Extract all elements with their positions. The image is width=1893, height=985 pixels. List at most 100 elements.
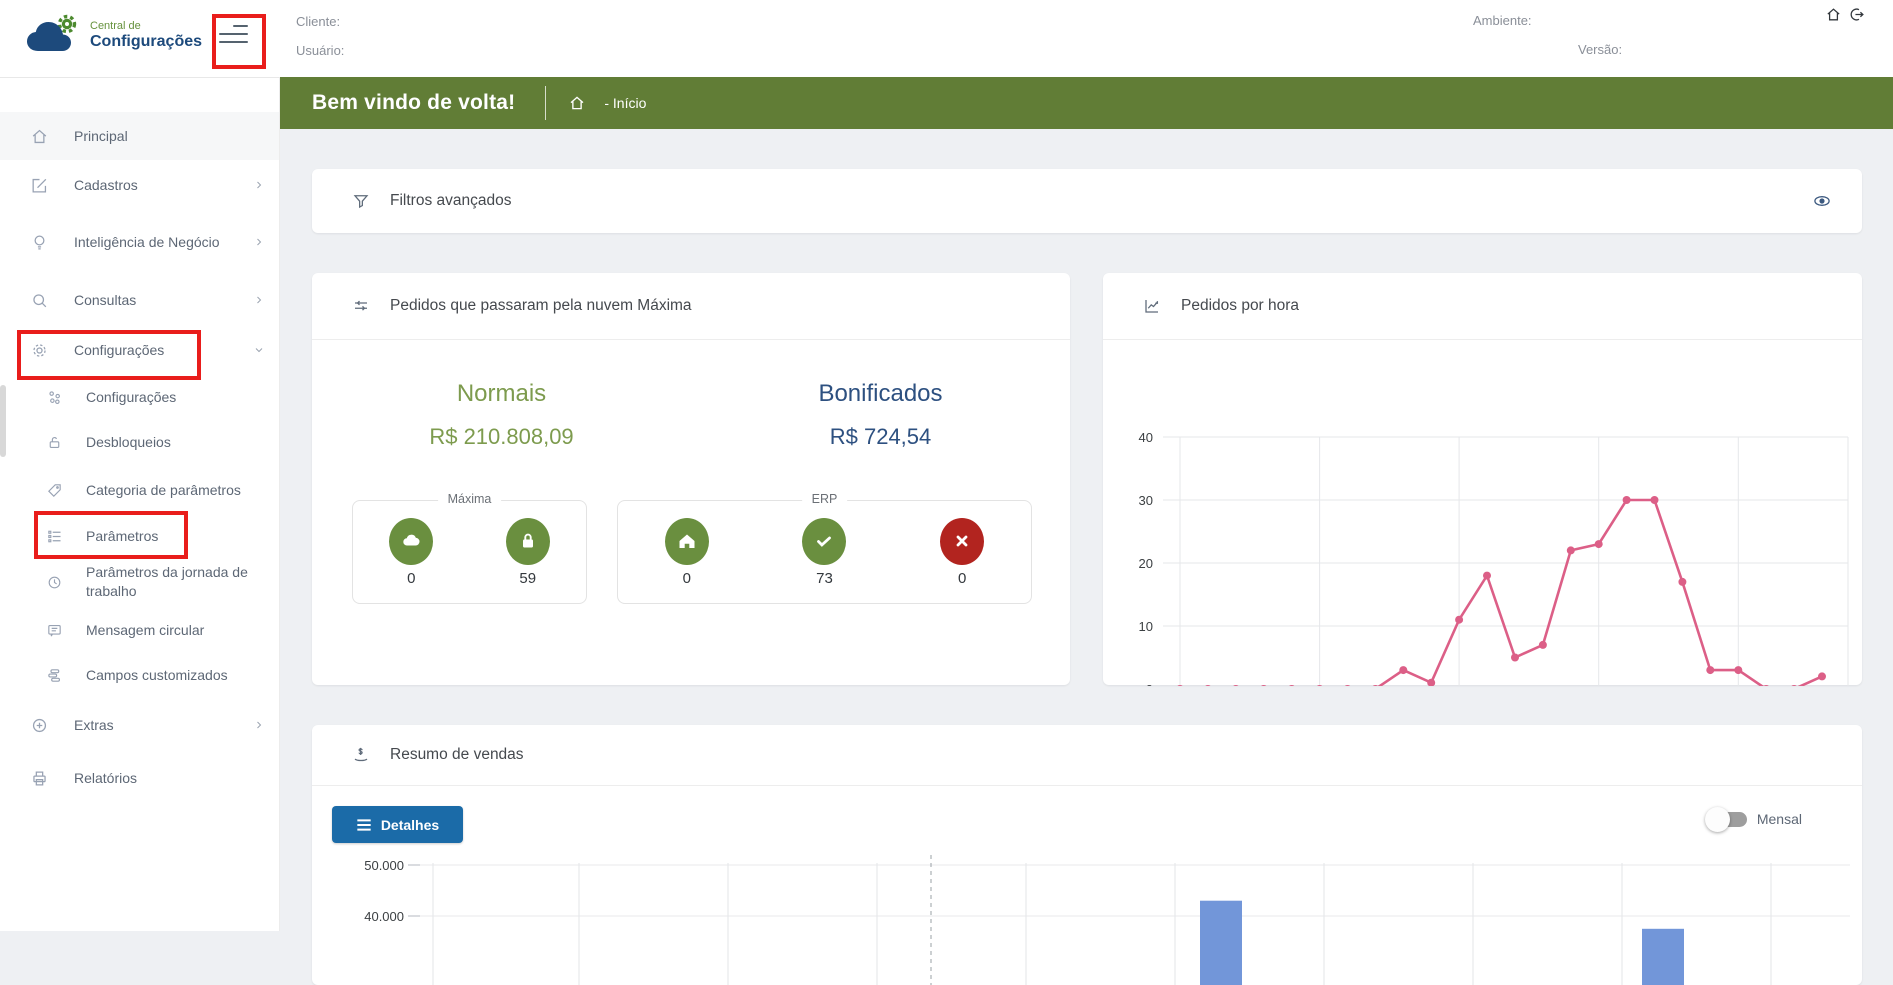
page-banner: Bem vindo de volta! - Início xyxy=(280,77,1893,129)
eye-icon[interactable] xyxy=(1812,191,1832,211)
sidebar-item-inteligencia[interactable]: Inteligência de Negócio xyxy=(0,210,279,274)
erp-home-stat: 0 xyxy=(665,518,709,587)
banner-divider xyxy=(545,86,546,120)
breadcrumb[interactable]: - Início xyxy=(604,95,646,111)
lock-stat: 59 xyxy=(506,518,550,587)
filters-card-title: Filtros avançados xyxy=(390,192,511,210)
unlock-icon xyxy=(46,434,66,451)
cloud-gear-logo-icon xyxy=(24,14,84,58)
normal-orders-value: R$ 210.808,09 xyxy=(312,424,691,450)
layers-icon xyxy=(46,667,66,684)
chevron-right-icon xyxy=(253,179,265,191)
hand-dollar-icon xyxy=(352,746,370,764)
user-label: Usuário: xyxy=(296,43,344,58)
sliders-icon xyxy=(352,297,370,315)
sales-card-title: Resumo de vendas xyxy=(390,746,524,764)
printer-icon xyxy=(30,769,50,788)
erp-group: ERP 0 73 0 xyxy=(617,500,1032,604)
client-label: Cliente: xyxy=(296,14,340,29)
erp-check-stat: 73 xyxy=(802,518,846,587)
sales-summary-chart: 50.000 40.000 xyxy=(312,785,1862,985)
x-icon xyxy=(940,518,984,565)
sidebar-item-label: Parâmetros da jornada de trabalho xyxy=(86,563,254,601)
sidebar-item-relatorios[interactable]: Relatórios xyxy=(0,752,279,804)
sidebar-item-campos-customizados[interactable]: Campos customizados xyxy=(0,652,279,698)
orders-card-title: Pedidos que passaram pela nuvem Máxima xyxy=(390,297,692,315)
sidebar-item-parametros-jornada[interactable]: Parâmetros da jornada de trabalho xyxy=(0,556,279,608)
sidebar-item-categoria-parametros[interactable]: Categoria de parâmetros xyxy=(0,464,279,516)
normal-orders-label: Normais xyxy=(312,380,691,408)
sidebar-item-label: Parâmetros xyxy=(86,527,254,546)
funnel-icon xyxy=(352,192,370,210)
home-icon[interactable] xyxy=(1825,6,1842,23)
chevron-right-icon xyxy=(253,294,265,306)
cloud-stat: 0 xyxy=(389,518,433,587)
sidebar-item-extras[interactable]: Extras xyxy=(0,698,279,752)
sidebar-item-label: Desbloqueios xyxy=(86,433,254,452)
cloud-icon xyxy=(389,518,433,565)
sidebar-item-sub-configuracoes[interactable]: Configurações xyxy=(0,374,279,420)
logo-line2: Configurações xyxy=(90,33,202,51)
erp-error-stat: 0 xyxy=(940,518,984,587)
orders-per-hour-chart: 01020304000:0005:0010:0015:0020:00 xyxy=(1103,340,1862,686)
sidebar-item-label: Categoria de parâmetros xyxy=(86,481,254,500)
logout-icon[interactable] xyxy=(1848,6,1865,23)
sidebar-scrollbar[interactable] xyxy=(0,385,6,457)
clock-icon xyxy=(46,574,66,591)
svg-text:40: 40 xyxy=(1139,430,1153,445)
home-icon xyxy=(665,518,709,565)
sidebar-item-label: Extras xyxy=(74,716,236,735)
sidebar-item-label: Configurações xyxy=(86,388,254,407)
sidebar-item-label: Relatórios xyxy=(74,769,236,788)
bonus-orders-kpi: Bonificados R$ 724,54 xyxy=(691,380,1070,450)
gear-icon xyxy=(30,341,50,360)
lock-count: 59 xyxy=(506,570,550,587)
erp-check-count: 73 xyxy=(802,570,846,587)
sidebar-item-label: Consultas xyxy=(74,291,236,310)
svg-text:0: 0 xyxy=(1146,682,1153,686)
chart-line-icon xyxy=(1143,297,1161,315)
nodes-icon xyxy=(46,389,66,406)
normal-orders-kpi: Normais R$ 210.808,09 xyxy=(312,380,691,450)
tag-icon xyxy=(46,482,66,499)
svg-text:40.000: 40.000 xyxy=(364,909,404,924)
erp-error-count: 0 xyxy=(940,570,984,587)
sidebar-item-consultas[interactable]: Consultas xyxy=(0,274,279,326)
sidebar-item-configuracoes[interactable]: Configurações xyxy=(0,326,279,374)
menu-toggle-button[interactable] xyxy=(219,22,249,48)
svg-text:30: 30 xyxy=(1139,493,1153,508)
check-icon xyxy=(802,518,846,565)
orders-per-hour-card: Pedidos por hora 01020304000:0005:0010:0… xyxy=(1103,273,1862,685)
sidebar-item-desbloqueios[interactable]: Desbloqueios xyxy=(0,420,279,464)
sidebar-item-label: Mensagem circular xyxy=(86,621,254,640)
version-label: Versão: xyxy=(1578,42,1622,57)
welcome-title: Bem vindo de volta! xyxy=(312,91,515,115)
home-icon xyxy=(30,127,50,146)
svg-text:10: 10 xyxy=(1139,619,1153,634)
cloud-count: 0 xyxy=(389,570,433,587)
lock-icon xyxy=(506,518,550,565)
lightbulb-icon xyxy=(30,233,50,252)
sidebar-nav: Principal Cadastros Inteligência de Negó… xyxy=(0,77,280,931)
sidebar-item-label: Configurações xyxy=(74,341,236,360)
sales-summary-card: Resumo de vendas Detalhes Mensal 50.0004… xyxy=(312,725,1862,985)
sidebar-item-label: Inteligência de Negócio xyxy=(74,233,236,252)
top-bar: Central de Configurações Cliente: Usuári… xyxy=(0,0,1893,77)
sidebar-item-cadastros[interactable]: Cadastros xyxy=(0,160,279,210)
svg-text:20: 20 xyxy=(1139,556,1153,571)
environment-label: Ambiente: xyxy=(1473,13,1532,28)
svg-text:50.000: 50.000 xyxy=(364,858,404,873)
home-icon[interactable] xyxy=(568,94,586,112)
erp-home-count: 0 xyxy=(665,570,709,587)
app-logo[interactable]: Central de Configurações xyxy=(24,14,202,58)
sidebar-item-principal[interactable]: Principal xyxy=(0,112,279,160)
sidebar-item-mensagem-circular[interactable]: Mensagem circular xyxy=(0,608,279,652)
maxima-group-label: Máxima xyxy=(438,492,502,506)
sidebar-item-parametros[interactable]: Parâmetros xyxy=(0,516,279,556)
maxima-group: Máxima 0 59 xyxy=(352,500,587,604)
search-icon xyxy=(30,291,50,310)
orders-cloud-card: Pedidos que passaram pela nuvem Máxima N… xyxy=(312,273,1070,685)
plus-circle-icon xyxy=(30,716,50,735)
bonus-orders-value: R$ 724,54 xyxy=(691,424,1070,450)
sidebar-item-label: Campos customizados xyxy=(86,666,254,685)
